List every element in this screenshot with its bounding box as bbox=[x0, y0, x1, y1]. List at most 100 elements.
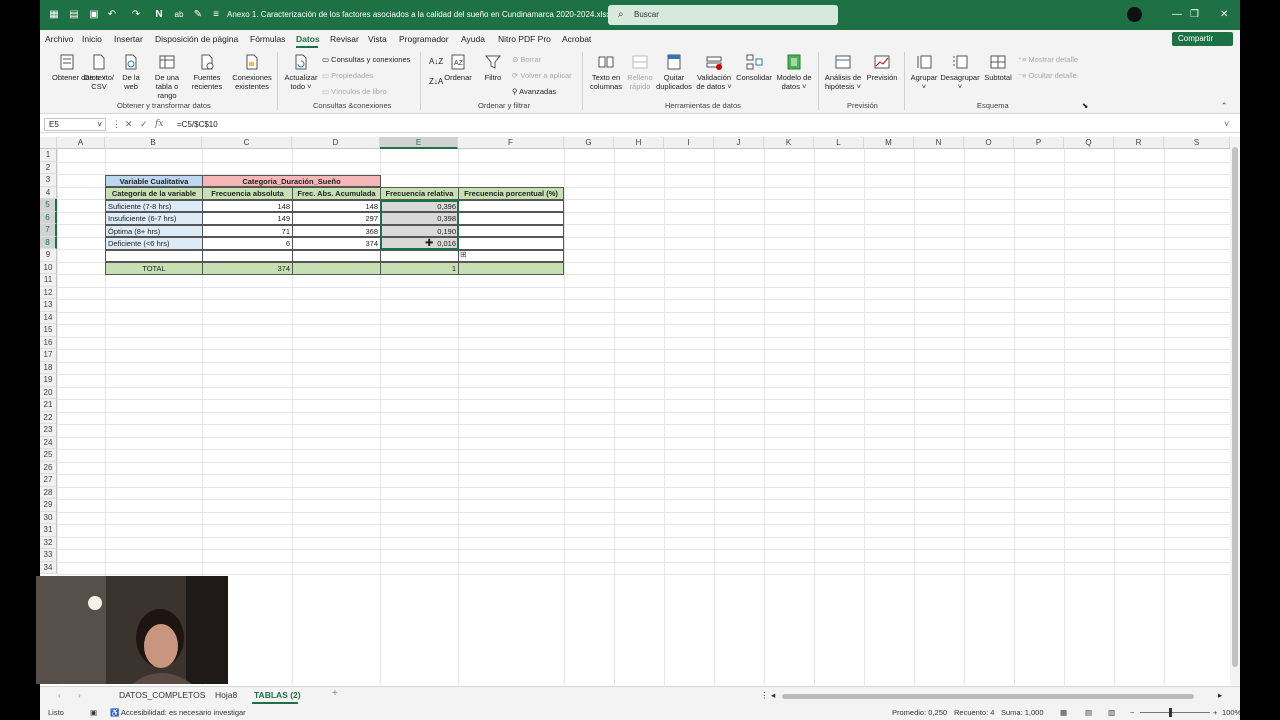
row-header[interactable]: 16 bbox=[40, 336, 57, 349]
table-cell[interactable]: Insuficiente (6-7 hrs) bbox=[105, 212, 203, 225]
tab-disposicion[interactable]: Disposición de página bbox=[155, 34, 238, 44]
zoom-out-icon[interactable]: − bbox=[1130, 708, 1134, 717]
vertical-scrollbar[interactable] bbox=[1230, 137, 1240, 685]
get-data-button[interactable]: Obtener datos ˅ bbox=[52, 53, 106, 82]
sheet-tab-active[interactable]: TABLAS (2) bbox=[254, 690, 301, 700]
row-header[interactable]: 15 bbox=[40, 324, 57, 337]
accessibility-indicator[interactable]: ♿ Accesibilidad: es necesario investigar bbox=[110, 708, 246, 717]
zoom-slider-thumb[interactable] bbox=[1169, 708, 1172, 717]
sort-az-icon[interactable]: A↓Z bbox=[429, 57, 443, 66]
table-cell[interactable]: 297 bbox=[292, 212, 381, 225]
row-header[interactable]: 19 bbox=[40, 374, 57, 387]
spelling-icon[interactable]: ab bbox=[173, 9, 185, 21]
forecast-sheet-button[interactable]: Previsión bbox=[866, 53, 898, 82]
chevron-down-icon[interactable]: ˅ bbox=[97, 120, 102, 129]
row-header[interactable]: 7 bbox=[40, 224, 57, 237]
queries-connections-button[interactable]: ▭ Consultas y conexiones bbox=[322, 55, 410, 64]
column-header[interactable]: A bbox=[57, 137, 105, 149]
table-total-cell[interactable]: 1 bbox=[380, 262, 459, 275]
next-sheet-icon[interactable]: › bbox=[78, 690, 81, 700]
expand-formula-icon[interactable]: ˅ bbox=[1224, 119, 1229, 129]
add-sheet-button[interactable]: + bbox=[332, 688, 338, 699]
table-cell[interactable]: 6 bbox=[202, 237, 293, 250]
tab-vista[interactable]: Vista bbox=[368, 34, 387, 44]
share-button[interactable]: Compartir bbox=[1172, 32, 1233, 46]
column-header[interactable]: P bbox=[1014, 137, 1064, 149]
name-box[interactable]: E5 ˅ bbox=[44, 118, 106, 131]
more-options-icon[interactable]: ⋮ bbox=[760, 690, 769, 701]
table-cell[interactable]: Deficiente (<6 hrs) bbox=[105, 237, 203, 250]
column-header[interactable]: O bbox=[964, 137, 1014, 149]
column-header[interactable]: L bbox=[814, 137, 864, 149]
row-header[interactable]: 5 bbox=[40, 199, 57, 212]
data-validation-button[interactable]: Validación de datos ˅ bbox=[694, 53, 734, 91]
existing-connections-button[interactable]: Conexiones existentes bbox=[230, 53, 274, 91]
table-cell[interactable] bbox=[380, 249, 459, 262]
autosave-icon[interactable]: ▤ bbox=[68, 9, 80, 21]
table-header-cell[interactable]: Frecuencia relativa bbox=[380, 187, 459, 200]
user-avatar[interactable] bbox=[1127, 7, 1142, 22]
column-header[interactable]: N bbox=[914, 137, 964, 149]
recent-sources-button[interactable]: Fuentes recientes bbox=[190, 53, 224, 91]
data-model-button[interactable]: Modelo de datos ˅ bbox=[774, 53, 814, 91]
tab-nitro[interactable]: Nitro PDF Pro bbox=[498, 34, 551, 44]
insert-function-icon[interactable]: fx bbox=[155, 119, 163, 129]
sort-button[interactable]: AZ Ordenar bbox=[444, 53, 472, 82]
table-header-cell[interactable]: Frecuencia porcentual (%) bbox=[458, 187, 564, 200]
column-header[interactable]: E bbox=[380, 137, 458, 149]
table-total-cell[interactable] bbox=[292, 262, 381, 275]
row-header[interactable]: 31 bbox=[40, 524, 57, 537]
sheet-tab[interactable]: DATOS_COMPLETOS bbox=[119, 690, 205, 700]
page-layout-icon[interactable]: ▤ bbox=[1085, 708, 1092, 717]
sort-za-icon[interactable]: Z↓A bbox=[429, 77, 443, 86]
tab-ayuda[interactable]: Ayuda bbox=[461, 34, 485, 44]
table-cell[interactable] bbox=[458, 212, 564, 225]
table-cell[interactable] bbox=[202, 249, 293, 262]
subtotal-button[interactable]: Subtotal bbox=[982, 53, 1014, 82]
row-header[interactable]: 28 bbox=[40, 486, 57, 499]
clear-button[interactable]: ⊘ Borrar bbox=[512, 55, 541, 64]
page-break-icon[interactable]: ▥ bbox=[1108, 708, 1115, 717]
table-cell[interactable] bbox=[458, 249, 564, 262]
text-to-columns-button[interactable]: Texto en columnas bbox=[588, 53, 624, 91]
macro-record-icon[interactable]: ▣ bbox=[90, 708, 97, 717]
row-header[interactable]: 18 bbox=[40, 361, 57, 374]
group-button[interactable]: Agrupar ˅ bbox=[908, 53, 940, 91]
table-total-cell[interactable]: TOTAL bbox=[105, 262, 203, 275]
row-header[interactable]: 4 bbox=[40, 186, 57, 199]
zoom-slider[interactable] bbox=[1140, 712, 1210, 713]
row-header[interactable]: 14 bbox=[40, 311, 57, 324]
tab-inicio[interactable]: Inicio bbox=[82, 34, 102, 44]
table-cell[interactable] bbox=[458, 224, 564, 237]
row-header[interactable]: 34 bbox=[40, 561, 57, 574]
table-cell[interactable]: 148 bbox=[202, 199, 293, 212]
column-header[interactable]: S bbox=[1164, 137, 1230, 149]
customize-toolbar-icon[interactable]: ≡ bbox=[210, 9, 222, 21]
column-header[interactable]: I bbox=[664, 137, 714, 149]
column-header[interactable]: Q bbox=[1064, 137, 1114, 149]
row-header[interactable]: 20 bbox=[40, 386, 57, 399]
restore-icon[interactable]: ❐ bbox=[1190, 9, 1199, 20]
what-if-analysis-button[interactable]: Análisis de hipótesis ˅ bbox=[822, 53, 864, 91]
normal-view-icon[interactable]: ▦ bbox=[1060, 708, 1067, 717]
column-header[interactable]: R bbox=[1114, 137, 1164, 149]
column-header[interactable]: D bbox=[292, 137, 380, 149]
collapse-ribbon-icon[interactable]: ⌃ bbox=[1221, 101, 1227, 110]
status-sum[interactable]: Suma: 1,000 bbox=[1001, 708, 1044, 717]
tab-insertar[interactable]: Insertar bbox=[114, 34, 143, 44]
status-average[interactable]: Promedio: 0,250 bbox=[892, 708, 947, 717]
prev-sheet-icon[interactable]: ‹ bbox=[58, 690, 61, 700]
search-box[interactable]: ⌕ Buscar bbox=[608, 5, 838, 25]
row-header[interactable]: 8 bbox=[40, 236, 57, 249]
table-cell[interactable] bbox=[458, 199, 564, 212]
row-header[interactable]: 30 bbox=[40, 511, 57, 524]
save-icon[interactable]: ▣ bbox=[88, 9, 100, 21]
tab-datos[interactable]: Datos bbox=[296, 34, 320, 44]
close-icon[interactable]: ✕ bbox=[1220, 9, 1228, 20]
row-header[interactable]: 12 bbox=[40, 286, 57, 299]
reapply-button[interactable]: ⟳ Volver a aplicar bbox=[512, 71, 572, 80]
table-header-cell[interactable]: Frec. Abs. Acumulada bbox=[292, 187, 381, 200]
cancel-icon[interactable]: ✕ bbox=[125, 119, 133, 130]
row-header[interactable]: 11 bbox=[40, 274, 57, 287]
column-header[interactable]: G bbox=[564, 137, 614, 149]
